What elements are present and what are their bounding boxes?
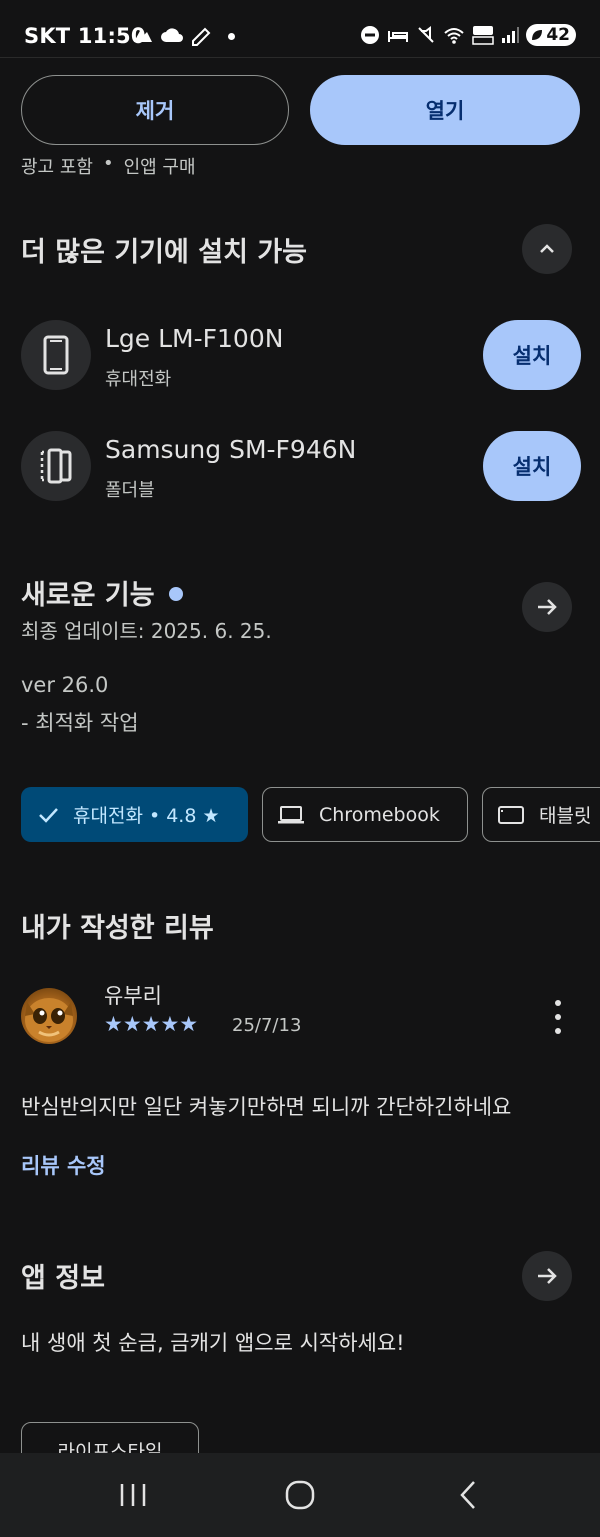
battery-leaf-icon <box>532 30 543 40</box>
reviewer-name: 유부리 <box>104 984 162 1008</box>
device-name: Lge LM-F100N <box>105 324 284 353</box>
hd-voice-icon <box>472 26 495 45</box>
app-info-title: 앱 정보 <box>21 1263 105 1294</box>
chip-phone[interactable]: 휴대전화 • 4.8 ★ <box>21 787 248 842</box>
edit-review-link[interactable]: 리뷰 수정 <box>21 1150 106 1180</box>
home-button[interactable] <box>270 1473 330 1517</box>
open-button[interactable]: 열기 <box>310 75 580 145</box>
meta-separator: • <box>102 153 114 174</box>
back-icon <box>460 1481 475 1509</box>
back-button[interactable] <box>438 1473 498 1517</box>
device-icon-container <box>21 320 91 390</box>
app-info-arrow-button[interactable] <box>522 1251 572 1301</box>
cloud-icon <box>161 28 183 42</box>
new-indicator-dot-icon <box>168 586 183 601</box>
device-icon-container <box>21 431 91 501</box>
tablet-icon <box>498 805 524 824</box>
edit-note-icon <box>192 27 211 46</box>
mute-icon <box>418 26 435 43</box>
home-icon <box>285 1480 315 1510</box>
arrow-right-icon <box>538 599 557 615</box>
battery-level: 42 <box>546 25 570 45</box>
phone-icon <box>43 335 69 375</box>
cat-avatar-icon <box>25 998 73 1042</box>
whats-new-arrow-button[interactable] <box>522 582 572 632</box>
chip-phone-label: 휴대전화 • 4.8 ★ <box>73 805 220 827</box>
chip-tablet[interactable]: 태블릿 <box>482 787 600 842</box>
status-bar: SKT 11:50 42 <box>0 0 600 58</box>
status-time: SKT 11:50 <box>24 24 146 48</box>
ads-label: 광고 포함 <box>21 157 93 178</box>
collapse-button[interactable] <box>522 224 572 274</box>
device-type: 폴더블 <box>105 480 155 501</box>
device-row: Lge LM-F100N 휴대전화 설치 <box>21 320 581 392</box>
version-text: ver 26.0 <box>21 673 109 697</box>
chip-chromebook[interactable]: Chromebook <box>262 787 468 842</box>
app-description: 내 생애 첫 순금, 금캐기 앱으로 시작하세요! <box>21 1331 405 1355</box>
last-updated: 최종 업데이트: 2025. 6. 25. <box>21 619 272 643</box>
recent-apps-button[interactable] <box>103 1473 163 1517</box>
do-not-disturb-icon <box>361 26 380 44</box>
notification-app-icon <box>134 29 152 42</box>
install-button[interactable]: 설치 <box>483 320 581 390</box>
chip-chromebook-label: Chromebook <box>319 803 440 826</box>
release-note: - 최적화 작업 <box>21 711 139 735</box>
device-type: 휴대전화 <box>105 369 172 390</box>
app-meta-line: 광고 포함 • 인앱 구매 <box>21 153 196 179</box>
my-review-title: 내가 작성한 리뷰 <box>21 913 214 944</box>
device-name: Samsung SM-F946N <box>105 435 357 464</box>
battery-indicator: 42 <box>526 24 576 46</box>
chevron-up-icon <box>540 244 554 253</box>
recent-apps-icon <box>120 1484 146 1506</box>
remove-button[interactable]: 제거 <box>21 75 289 145</box>
avatar <box>21 988 77 1044</box>
more-notifications-dot-icon <box>228 32 235 40</box>
device-row: Samsung SM-F946N 폴더블 설치 <box>21 431 581 503</box>
system-nav-bar <box>0 1453 600 1537</box>
wifi-icon <box>444 28 464 44</box>
review-text: 반심반의지만 일단 켜놓기만하면 되니까 간단하긴하네요 <box>21 1095 512 1119</box>
whats-new-title[interactable]: 새로운 기능 <box>21 573 183 612</box>
chip-tablet-label: 태블릿 <box>539 805 592 827</box>
install-button[interactable]: 설치 <box>483 431 581 501</box>
check-icon <box>39 807 58 823</box>
sleep-mode-icon <box>388 31 409 42</box>
arrow-right-icon <box>538 1268 557 1284</box>
signal-icon <box>502 27 520 43</box>
review-stars: ★★★★★ <box>104 1012 199 1036</box>
install-section-title: 더 많은 기기에 설치 가능 <box>21 237 307 268</box>
review-date: 25/7/13 <box>232 1015 302 1036</box>
laptop-icon <box>278 805 304 823</box>
whats-new-title-text: 새로운 기능 <box>21 580 155 611</box>
foldable-icon <box>40 448 72 484</box>
status-divider <box>0 57 600 58</box>
in-app-purchase-label: 인앱 구매 <box>123 157 196 178</box>
more-options-icon[interactable] <box>548 1000 568 1034</box>
